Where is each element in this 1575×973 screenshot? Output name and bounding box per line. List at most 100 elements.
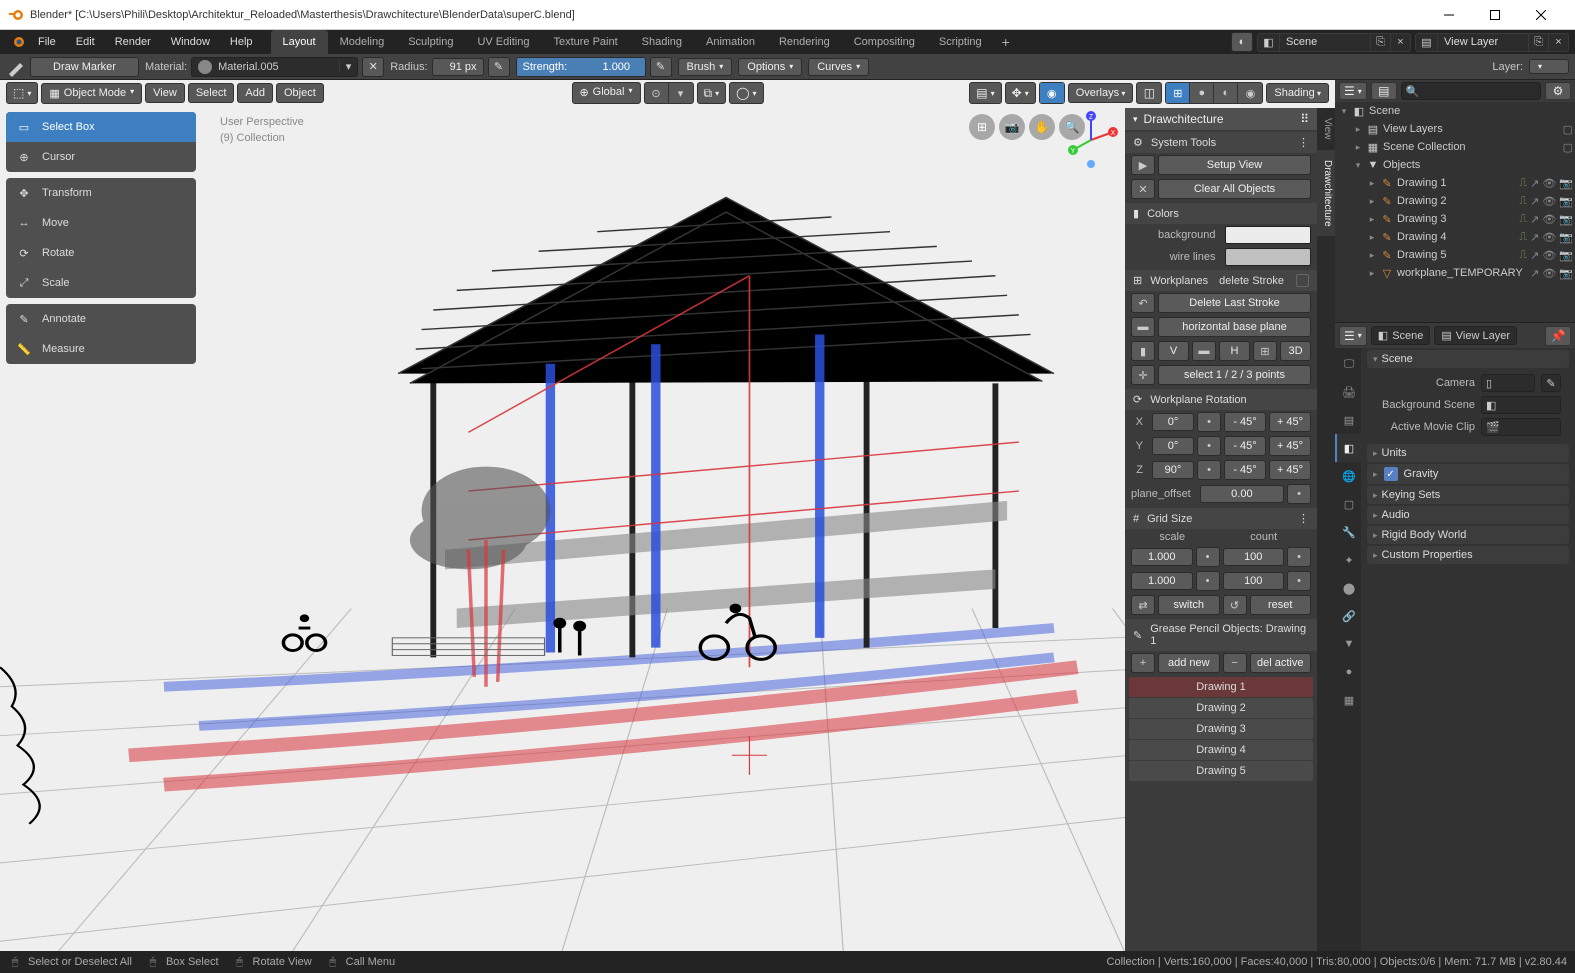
object-menu[interactable]: Object (276, 83, 324, 103)
rendered-shading[interactable]: ◉ (1238, 83, 1262, 103)
plus-45-Y-button[interactable]: + 45° (1269, 436, 1311, 456)
pivot-dropdown[interactable]: ⊙▾ (643, 82, 693, 104)
rotation-Y-input[interactable]: 0° (1152, 437, 1194, 455)
tree-toggle-icon[interactable]: ▸ (1351, 142, 1365, 153)
workspace-tab-layout[interactable]: Layout (271, 30, 328, 54)
maximize-button[interactable] (1475, 0, 1521, 30)
reset-button[interactable]: reset (1250, 595, 1312, 615)
reset-icon[interactable]: ↺ (1223, 595, 1247, 615)
hide-viewport-icon[interactable]: 👁 (1542, 195, 1556, 208)
grid-size-header[interactable]: #Grid Size⋮ (1125, 508, 1317, 529)
strength-slider[interactable]: Strength: 1.000 (516, 57, 646, 77)
h-mode-icon[interactable]: ▬ (1192, 341, 1216, 361)
viewlayer-breadcrumb[interactable]: ▤View Layer (1434, 326, 1517, 345)
select-menu[interactable]: Select (188, 83, 235, 103)
minus-45-Y-button[interactable]: - 45° (1224, 436, 1266, 456)
material-dropdown-icon[interactable]: ▾ (339, 60, 358, 73)
dot-icon[interactable]: • (1197, 460, 1221, 480)
orientation-gizmo[interactable]: X Y Z (1061, 110, 1121, 170)
x-icon[interactable]: ✕ (1131, 179, 1155, 199)
scene-panel-header[interactable]: Scene (1367, 350, 1569, 368)
outliner-item-drawing-2[interactable]: ▸✎Drawing 2⎍ ↗👁📷 (1335, 192, 1575, 210)
workspace-tab-sculpting[interactable]: Sculpting (396, 30, 465, 54)
tool-measure[interactable]: 📏Measure (6, 334, 196, 364)
disable-select-icon[interactable]: ↗ (1530, 231, 1539, 244)
tree-toggle-icon[interactable]: ▸ (1365, 214, 1379, 225)
status-call-menu[interactable]: 🖱Call Menu (326, 955, 396, 969)
tool-rotate[interactable]: ⟳Rotate (6, 238, 196, 268)
hide-viewport-icon[interactable]: 👁 (1542, 267, 1556, 280)
gizmo-dropdown[interactable]: ✥ (1005, 82, 1036, 104)
tree-toggle-icon[interactable]: ▾ (1351, 160, 1365, 171)
viewlayer-tab-icon[interactable]: ▤ (1335, 406, 1361, 434)
data-tab-icon[interactable]: ▼ (1335, 630, 1361, 658)
tool-annotate[interactable]: ✎Annotate (6, 304, 196, 334)
pin-icon[interactable]: 📌 (1545, 326, 1571, 346)
audio-panel-header[interactable]: Audio (1367, 506, 1569, 524)
menu-file[interactable]: File (28, 30, 66, 54)
outliner-scene[interactable]: ▾◧Scene (1335, 102, 1575, 120)
tree-toggle-icon[interactable]: ▸ (1365, 178, 1379, 189)
disable-render-icon[interactable]: 📷 (1559, 231, 1573, 244)
setup-view-button[interactable]: Setup View (1158, 155, 1311, 175)
world-tab-icon[interactable]: 🌐 (1335, 462, 1361, 490)
tree-toggle-icon[interactable]: ▸ (1365, 250, 1379, 261)
particle-tab-icon[interactable]: ✦ (1335, 546, 1361, 574)
viewlayer-new-button[interactable]: ⎘ (1528, 34, 1548, 51)
viewlayer-badge-icon[interactable]: ▢ (1563, 123, 1573, 136)
minus-icon[interactable]: − (1223, 653, 1247, 673)
tree-toggle-icon[interactable]: ▾ (1337, 106, 1351, 117)
scene-new-button[interactable]: ⎘ (1370, 34, 1390, 51)
tool-scale[interactable]: ⤢Scale (6, 268, 196, 298)
workplanes-header[interactable]: ⊞Workplanesdelete Stroke (1125, 270, 1317, 291)
curves-dropdown[interactable]: Curves▾ (808, 58, 869, 76)
scene-delete-button[interactable]: × (1390, 34, 1410, 51)
add-new-button[interactable]: add new (1158, 653, 1220, 673)
count-1-input[interactable]: 100 (1223, 548, 1285, 566)
menu-help[interactable]: Help (220, 30, 263, 54)
tool-transform[interactable]: ✥Transform (6, 178, 196, 208)
modifier-tab-icon[interactable]: 🔧 (1335, 518, 1361, 546)
units-panel-header[interactable]: Units (1367, 444, 1569, 462)
material-unlink-button[interactable]: ✕ (362, 57, 384, 77)
material-tab-icon[interactable]: ● (1335, 658, 1361, 686)
overlays-toggle[interactable]: ◉ (1039, 82, 1065, 104)
disable-render-icon[interactable]: 📷 (1559, 177, 1573, 190)
n-tab-view[interactable]: View (1317, 108, 1335, 150)
radius-pressure-toggle[interactable]: ✎ (488, 57, 510, 77)
tool-cursor[interactable]: ⊕Cursor (6, 142, 196, 172)
scene-breadcrumb[interactable]: ◧Scene (1371, 326, 1431, 345)
hide-viewport-icon[interactable]: 👁 (1542, 177, 1556, 190)
system-tools-header[interactable]: ⚙System Tools⋮ (1125, 132, 1317, 153)
3d-mode-icon[interactable]: ⊞ (1253, 341, 1277, 361)
outliner-display-mode[interactable]: ▤ (1371, 82, 1397, 100)
dot-icon[interactable]: • (1196, 547, 1220, 567)
hide-viewport-icon[interactable]: 👁 (1542, 249, 1556, 262)
dot-icon[interactable]: • (1287, 547, 1311, 567)
snap-dropdown[interactable]: ⧉ (696, 82, 726, 104)
outliner-objects[interactable]: ▾▼Objects (1335, 156, 1575, 174)
disable-render-icon[interactable]: 📷 (1559, 267, 1573, 280)
overlays-dropdown[interactable]: Overlays (1068, 83, 1134, 103)
add-menu[interactable]: Add (237, 83, 273, 103)
blender-app-icon[interactable] (6, 30, 28, 54)
plane-offset-input[interactable]: 0.00 (1200, 485, 1284, 503)
disable-select-icon[interactable]: ↗ (1530, 177, 1539, 190)
outliner-viewlayers[interactable]: ▸▤View Layers▢ (1335, 120, 1575, 138)
rigid-panel-header[interactable]: Rigid Body World (1367, 526, 1569, 544)
dot-icon[interactable]: • (1197, 412, 1221, 432)
material-selector[interactable]: Material.005 ▾ (191, 57, 358, 77)
disable-select-icon[interactable]: ↗ (1530, 213, 1539, 226)
brush-dropdown[interactable]: Brush▾ (678, 58, 733, 76)
xray-toggle[interactable]: ◫ (1136, 82, 1162, 104)
outliner-item-drawing-5[interactable]: ▸✎Drawing 5⎍ ↗👁📷 (1335, 246, 1575, 264)
workspace-tab-texture-paint[interactable]: Texture Paint (541, 30, 629, 54)
scene-tab-icon[interactable]: ◧ (1335, 434, 1361, 462)
scale-2-input[interactable]: 1.000 (1131, 572, 1193, 590)
camera-field[interactable]: ▯ (1481, 374, 1535, 392)
shading-dropdown[interactable]: Shading (1266, 83, 1329, 103)
gp-header[interactable]: ✎Grease Pencil Objects: Drawing 1 (1125, 619, 1317, 651)
collection-badge-icon[interactable]: ▢ (1563, 141, 1573, 154)
object-visibility-dropdown[interactable]: ▤ (969, 82, 1001, 104)
disable-select-icon[interactable]: ↗ (1530, 267, 1539, 280)
